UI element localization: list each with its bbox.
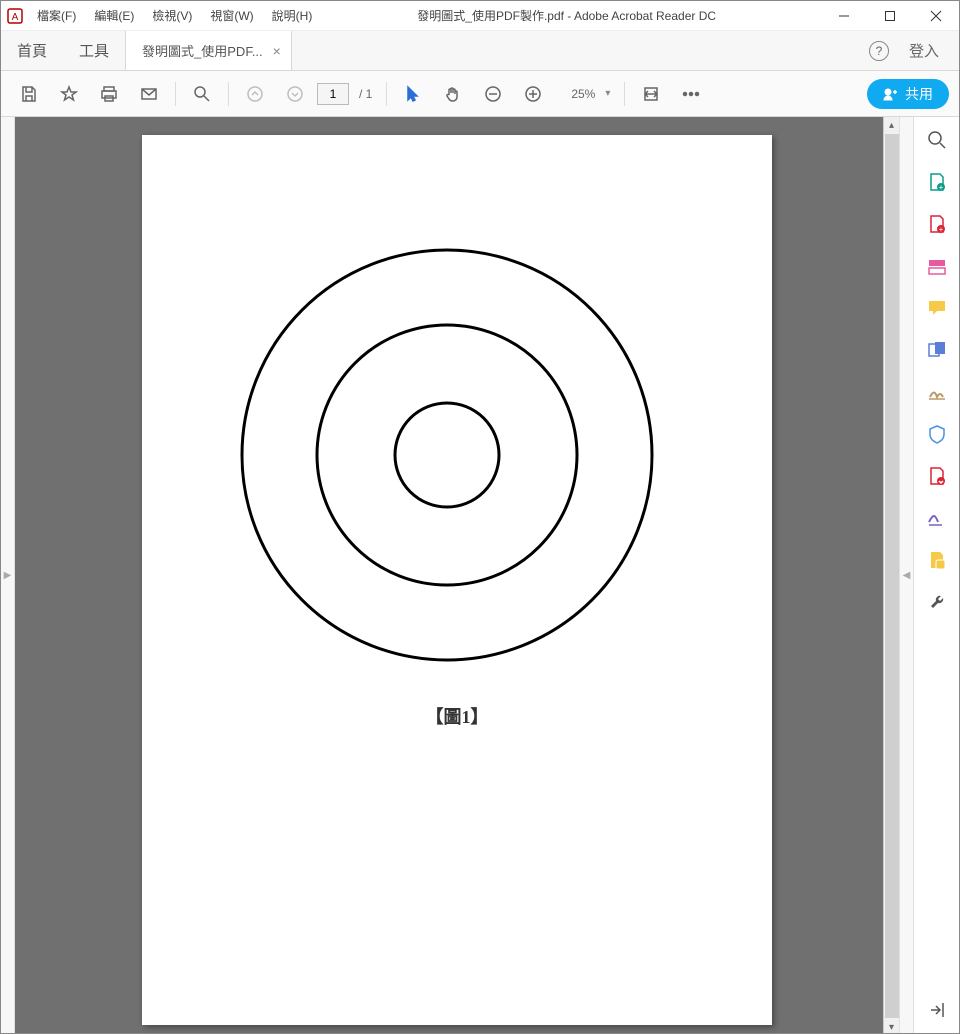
edit-pdf-icon[interactable] <box>926 255 948 277</box>
svg-text:+: + <box>938 225 943 234</box>
document-viewport[interactable]: 【圖1】 ▴ ▾ <box>15 117 899 1033</box>
tabbar: 首頁 工具 發明圖式_使用PDF... × ? 登入 <box>1 31 959 71</box>
page-total-label: / 1 <box>353 87 378 101</box>
menu-edit[interactable]: 編輯(E) <box>94 7 134 24</box>
compress-icon[interactable] <box>926 465 948 487</box>
tab-tools[interactable]: 工具 <box>63 31 125 70</box>
search-icon[interactable] <box>184 76 220 112</box>
svg-text:A: A <box>12 12 19 23</box>
figure-circles <box>142 135 772 695</box>
app-icon: A <box>1 2 29 30</box>
comment-icon[interactable] <box>926 297 948 319</box>
convert-icon[interactable] <box>926 549 948 571</box>
scroll-up-arrow[interactable]: ▴ <box>884 117 899 133</box>
zoom-in-icon[interactable] <box>515 76 551 112</box>
titlebar: A 檔案(F) 編輯(E) 檢視(V) 視窗(W) 說明(H) 發明圖式_使用P… <box>1 1 959 31</box>
scrollbar-thumb[interactable] <box>885 134 899 1018</box>
vertical-scrollbar[interactable]: ▴ ▾ <box>883 117 899 1033</box>
print-icon[interactable] <box>91 76 127 112</box>
menu-help[interactable]: 說明(H) <box>272 7 313 24</box>
share-person-icon <box>883 87 897 101</box>
page-up-icon[interactable] <box>237 76 273 112</box>
selection-tool-icon[interactable] <box>395 76 431 112</box>
maximize-button[interactable] <box>867 1 913 31</box>
collapse-panel-icon[interactable] <box>926 999 948 1021</box>
page-number-input[interactable] <box>317 83 349 105</box>
tab-document[interactable]: 發明圖式_使用PDF... × <box>125 31 292 70</box>
zoom-out-icon[interactable] <box>475 76 511 112</box>
share-button[interactable]: 共用 <box>867 79 949 109</box>
more-tools-wrench-icon[interactable] <box>926 591 948 613</box>
toolbar: / 1 25% ▾ 共用 <box>1 71 959 117</box>
export-pdf-icon[interactable]: + <box>926 171 948 193</box>
menu-file[interactable]: 檔案(F) <box>37 7 76 24</box>
left-rail-toggle[interactable]: ▶ <box>1 117 15 1033</box>
tab-document-label: 發明圖式_使用PDF... <box>142 41 263 60</box>
right-rail-toggle[interactable]: ◀ <box>899 117 913 1033</box>
zoom-value[interactable]: 25% <box>555 87 595 101</box>
sign-icon[interactable] <box>926 381 948 403</box>
window-controls <box>821 1 959 31</box>
share-button-label: 共用 <box>905 84 933 104</box>
menu-view[interactable]: 檢視(V) <box>152 7 192 24</box>
protect-icon[interactable] <box>926 423 948 445</box>
right-tools-panel: + + <box>913 117 959 1033</box>
figure-label: 【圖1】 <box>142 703 772 729</box>
fit-width-icon[interactable] <box>633 76 669 112</box>
help-icon[interactable]: ? <box>869 41 889 61</box>
close-button[interactable] <box>913 1 959 31</box>
create-pdf-icon[interactable]: + <box>926 213 948 235</box>
tab-close-icon[interactable]: × <box>273 43 281 59</box>
menu-window[interactable]: 視窗(W) <box>210 7 253 24</box>
login-link[interactable]: 登入 <box>909 40 939 61</box>
search-tool-icon[interactable] <box>926 129 948 151</box>
tab-home[interactable]: 首頁 <box>1 31 63 70</box>
page-down-icon[interactable] <box>277 76 313 112</box>
pdf-page: 【圖1】 <box>142 135 772 1025</box>
email-icon[interactable] <box>131 76 167 112</box>
scroll-down-arrow[interactable]: ▾ <box>884 1019 899 1033</box>
save-icon[interactable] <box>11 76 47 112</box>
more-tools-icon[interactable] <box>673 76 709 112</box>
fill-sign-icon[interactable] <box>926 507 948 529</box>
minimize-button[interactable] <box>821 1 867 31</box>
svg-text:+: + <box>938 183 943 192</box>
window-title: 發明圖式_使用PDF製作.pdf - Adobe Acrobat Reader … <box>312 7 821 24</box>
hand-tool-icon[interactable] <box>435 76 471 112</box>
star-icon[interactable] <box>51 76 87 112</box>
zoom-dropdown-icon[interactable]: ▾ <box>599 88 616 99</box>
menubar: 檔案(F) 編輯(E) 檢視(V) 視窗(W) 說明(H) <box>29 7 312 24</box>
main-area: ▶ 【圖1】 ▴ ▾ ◀ + + <box>1 117 959 1033</box>
combine-files-icon[interactable] <box>926 339 948 361</box>
